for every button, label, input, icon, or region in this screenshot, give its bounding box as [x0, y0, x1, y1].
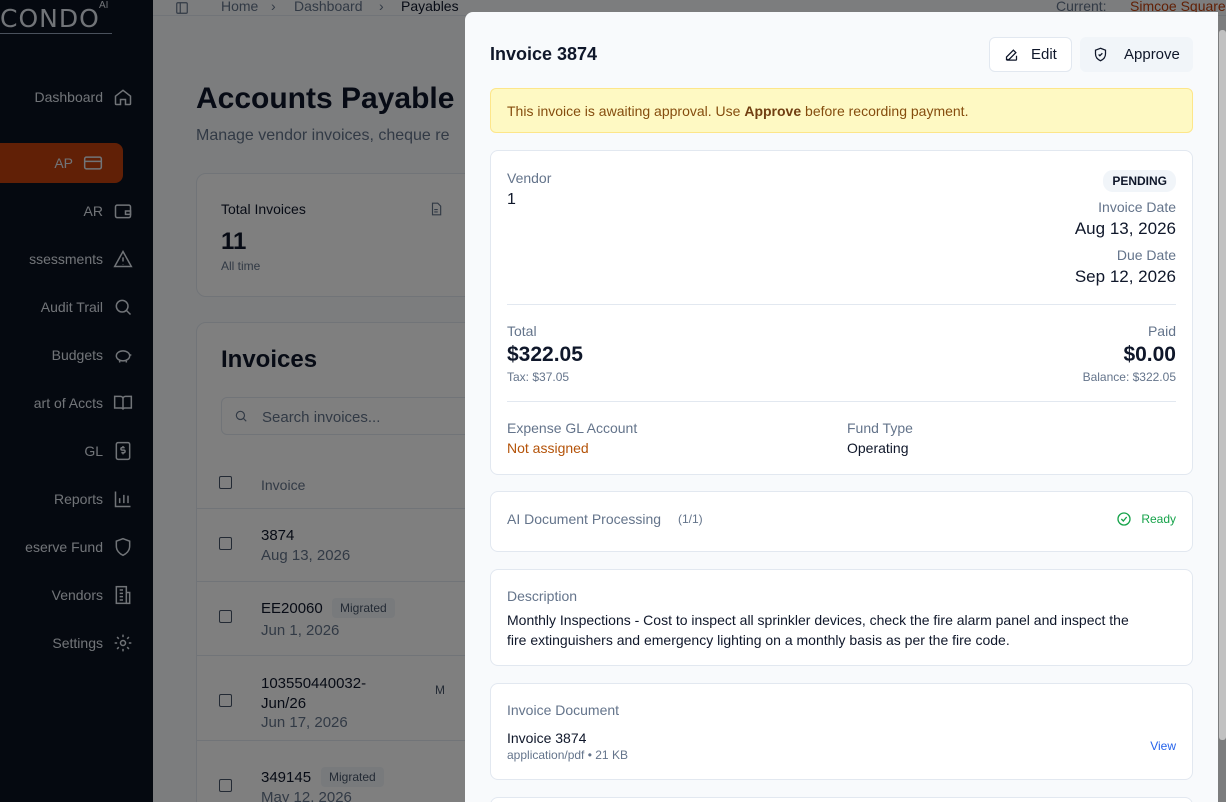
invoice-date-value: Aug 13, 2026: [1074, 219, 1176, 238]
due-date-value: Sep 12, 2026: [1074, 267, 1176, 286]
ai-processing-label: AI Document Processing: [507, 511, 662, 527]
invoice-detail-panel: Invoice 3874 Edit Approve This invoice i…: [465, 12, 1218, 802]
description-line-2: fire extinguishers and emergency lightin…: [507, 632, 1010, 648]
fund-type-label: Fund Type: [847, 420, 913, 436]
gl-account-value: Not assigned: [507, 440, 589, 456]
document-label: Invoice Document: [507, 702, 620, 718]
divider: [507, 304, 1176, 305]
approval-alert: This invoice is awaiting approval. Use A…: [490, 88, 1193, 133]
vendor-label: Vendor: [507, 170, 552, 186]
panel-title: Invoice 3874: [490, 44, 598, 64]
invoice-summary-card: Vendor 1 PENDING Invoice Date Aug 13, 20…: [490, 150, 1193, 475]
gl-account-label: Expense GL Account: [507, 420, 638, 436]
paid-value: $0.00: [1123, 343, 1176, 366]
due-date-label: Due Date: [1116, 247, 1176, 263]
next-card: [490, 797, 1193, 802]
vendor-value: 1: [507, 191, 516, 208]
invoice-document-card: Invoice Document Invoice 3874 applicatio…: [490, 683, 1193, 780]
check-circle-icon: [1116, 511, 1132, 527]
view-document-link[interactable]: View: [1150, 739, 1176, 753]
balance-value: Balance: $322.05: [1082, 370, 1176, 384]
description-line-1: Monthly Inspections - Cost to inspect al…: [507, 612, 1129, 628]
shield-check-icon: [1093, 47, 1108, 62]
total-label: Total: [507, 323, 537, 339]
total-value: $322.05: [507, 343, 583, 366]
fund-type-value: Operating: [847, 440, 909, 456]
edit-label: Edit: [1031, 46, 1057, 63]
edit-icon: [1004, 47, 1019, 62]
approve-label: Approve: [1124, 46, 1180, 63]
description-label: Description: [507, 588, 578, 604]
divider: [507, 401, 1176, 402]
edit-button[interactable]: Edit: [989, 37, 1072, 72]
alert-bold: Approve: [744, 103, 802, 119]
status-badge: PENDING: [1103, 170, 1176, 192]
ai-processing-card[interactable]: AI Document Processing (1/1) Ready: [490, 491, 1193, 552]
panel-scrollbar[interactable]: [1219, 30, 1226, 740]
ai-processing-count: (1/1): [678, 512, 703, 526]
document-meta: application/pdf • 21 KB: [507, 748, 628, 762]
paid-label: Paid: [1147, 323, 1176, 339]
alert-text: This invoice is awaiting approval. Use: [507, 103, 745, 119]
ai-status: Ready: [1141, 512, 1176, 526]
tax-value: Tax: $37.05: [507, 370, 570, 384]
description-card: Description Monthly Inspections - Cost t…: [490, 569, 1193, 666]
invoice-date-label: Invoice Date: [1098, 199, 1176, 215]
alert-text-end: before recording payment.: [801, 103, 969, 119]
document-name: Invoice 3874: [507, 730, 587, 746]
approve-button[interactable]: Approve: [1080, 37, 1193, 72]
